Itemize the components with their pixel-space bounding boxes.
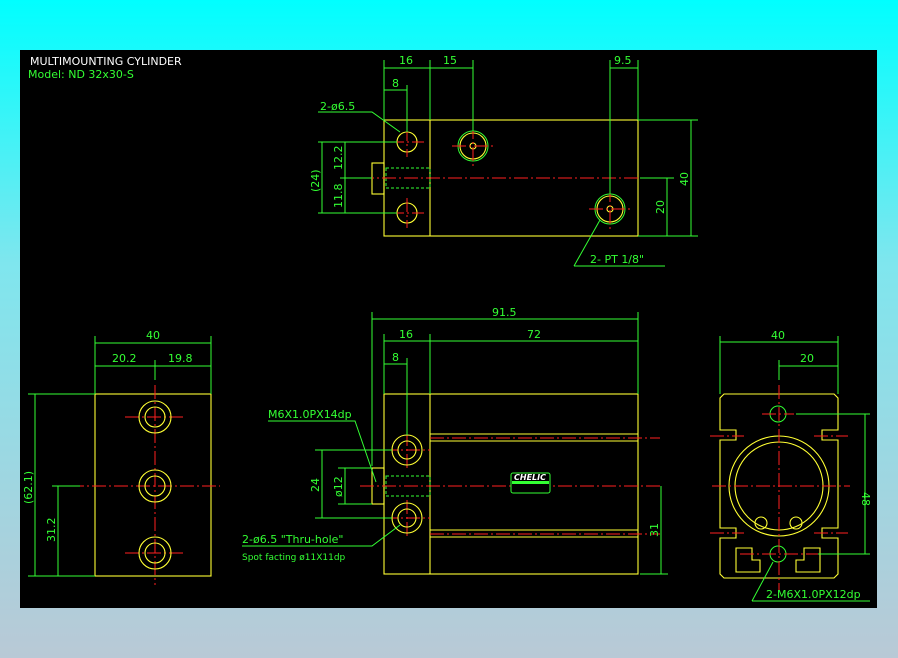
dim-top-20: 20 <box>654 200 667 214</box>
note-front-thread: M6X1.0PX14dp <box>268 408 352 421</box>
note-front-holes: 2-ø6.5 "Thru-hole" <box>242 533 344 546</box>
dim-end-40: 40 <box>771 329 785 342</box>
note-ports: 2- PT 1/8" <box>590 253 644 266</box>
dim-top-9-5: 9.5 <box>614 54 632 67</box>
dim-side-62-1: (62.1) <box>22 471 35 504</box>
dim-end-48: 48 <box>859 492 872 506</box>
cad-drawing: MULTIMOUNTING CYLINDER Model: ND 32x30-S… <box>20 50 877 608</box>
dim-top-40: 40 <box>678 172 691 186</box>
dim-top-11-8: 11.8 <box>332 184 345 209</box>
dim-end-20: 20 <box>800 352 814 365</box>
note-spot-facing: Spot facting ø11X11dp <box>242 553 346 563</box>
dim-front-91-5: 91.5 <box>492 306 517 319</box>
dim-front-72: 72 <box>527 328 541 341</box>
drawing-title: MULTIMOUNTING CYLINDER <box>30 55 182 68</box>
dim-top-24: (24) <box>309 169 322 192</box>
dim-front-24: 24 <box>309 478 322 492</box>
dim-side-20-2: 20.2 <box>112 352 137 365</box>
note-end-thread: 2-M6X1.0PX12dp <box>766 588 861 601</box>
dim-top-16: 16 <box>399 54 413 67</box>
dim-top-8: 8 <box>392 77 399 90</box>
model-label: Model: ND 32x30-S <box>28 68 134 81</box>
dim-front-8: 8 <box>392 351 399 364</box>
dim-front-12: ø12 <box>332 476 345 497</box>
dim-top-15: 15 <box>443 54 457 67</box>
note-top-holes: 2-ø6.5 <box>320 100 355 113</box>
dim-top-12-2: 12.2 <box>332 146 345 171</box>
dim-side-19-8: 19.8 <box>168 352 193 365</box>
dim-front-16: 16 <box>399 328 413 341</box>
dim-side-31-2: 31.2 <box>45 518 58 543</box>
brand-label: CHELIC <box>514 473 546 482</box>
dim-front-31: 31 <box>648 523 661 537</box>
dim-side-40: 40 <box>146 329 160 342</box>
